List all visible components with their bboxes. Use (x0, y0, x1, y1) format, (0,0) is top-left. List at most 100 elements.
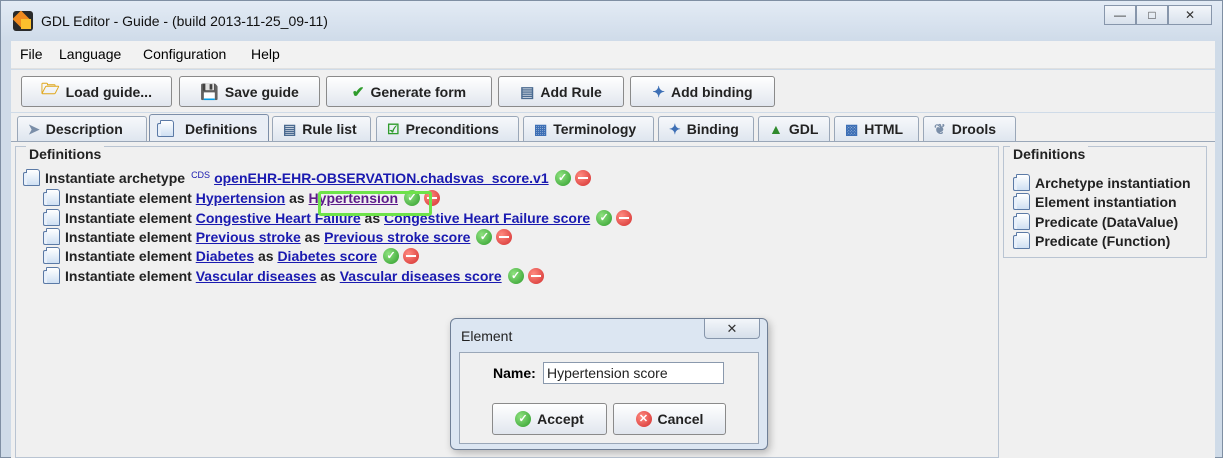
element-ok-icon[interactable]: ✓ (596, 209, 613, 226)
element-doc-icon (43, 247, 60, 264)
archetype-remove-icon[interactable] (574, 169, 591, 186)
dialog-close-button[interactable]: ✕ (704, 319, 760, 339)
window-title: GDL Editor - Guide - (build 2013-11-25_0… (41, 13, 328, 29)
menu-bar: File Language Configuration Help (11, 41, 1215, 69)
archetype-ok-icon[interactable]: ✓ (554, 169, 571, 186)
tab-description[interactable]: ➤ Description (17, 116, 147, 141)
load-guide-label: Load guide... (65, 83, 152, 100)
archetype-line: Instantiate archetype CDS openEHR-EHR-OB… (23, 169, 591, 186)
name-input[interactable] (543, 362, 724, 384)
element-prefix: Instantiate element (65, 209, 192, 226)
maximize-button[interactable]: □ (1136, 5, 1168, 25)
tab-definitions[interactable]: Definitions (149, 114, 269, 142)
binding-tab-icon: ✦ (669, 120, 681, 137)
minimize-icon: — (1114, 8, 1126, 22)
element-ok-icon[interactable]: ✓ (507, 267, 524, 284)
rule-icon: ▤ (520, 83, 535, 101)
terminology-icon: ▦ (534, 120, 548, 137)
drools-icon: ❦ (934, 120, 946, 137)
palette-item-label: Element instantiation (1035, 193, 1177, 210)
element-remove-icon[interactable] (616, 209, 633, 226)
tab-rule-list[interactable]: ▤ Rule list (272, 116, 371, 141)
palette-doc-icon (1013, 174, 1030, 191)
element-line: Instantiate element Diabetes as Diabetes… (43, 247, 420, 264)
palette-item-element-instantiation[interactable]: Element instantiation (1013, 193, 1177, 210)
archetype-prefix: Instantiate archetype (45, 169, 186, 186)
element-doc-icon (43, 189, 60, 206)
add-binding-label: Add binding (670, 83, 753, 100)
accept-check-icon: ✓ (515, 411, 532, 427)
palette-legend: Definitions (1010, 146, 1089, 162)
add-rule-button[interactable]: ▤ Add Rule (498, 76, 624, 107)
element-doc-icon (43, 267, 60, 284)
maximize-icon: □ (1148, 8, 1156, 22)
tab-html[interactable]: ▩ HTML (834, 116, 919, 141)
element-link[interactable]: Hypertension (196, 190, 285, 206)
document-icon (157, 120, 174, 137)
menu-configuration[interactable]: Configuration (143, 46, 226, 62)
name-label: Name: (493, 365, 536, 381)
checkmark-icon: ✔ (351, 83, 365, 101)
floppy-disk-icon: 💾 (200, 83, 219, 101)
cancel-label: Cancel (657, 411, 704, 427)
add-rule-label: Add Rule (540, 83, 602, 100)
as-label: as (289, 189, 305, 206)
menu-file[interactable]: File (20, 46, 43, 62)
palette-item-archetype-instantiation[interactable]: Archetype instantiation (1013, 174, 1191, 191)
alias-link[interactable]: Previous stroke score (324, 229, 470, 245)
element-remove-icon[interactable] (527, 267, 544, 284)
dialog-body: Name: ✓ Accept ✕ Cancel (459, 352, 759, 444)
element-link[interactable]: Diabetes (196, 248, 254, 264)
archetype-link[interactable]: openEHR-EHR-OBSERVATION.chadsvas_score.v… (214, 170, 549, 186)
element-prefix: Instantiate element (65, 267, 192, 284)
generate-form-button[interactable]: ✔ Generate form (326, 76, 492, 107)
palette-doc-icon (1013, 193, 1030, 210)
element-remove-icon[interactable] (403, 247, 420, 264)
accept-button[interactable]: ✓ Accept (492, 403, 607, 435)
tab-preconditions-label: Preconditions (405, 121, 499, 137)
palette-item-predicate-datavalue[interactable]: Predicate (DataValue) (1013, 213, 1179, 230)
element-ok-icon[interactable]: ✓ (383, 247, 400, 264)
tab-description-label: Description (45, 121, 123, 137)
toolbar: 🗁 Load guide... 💾 Save guide ✔ Generate … (11, 70, 1215, 112)
close-button[interactable]: ✕ (1168, 5, 1212, 25)
alias-link[interactable]: Diabetes score (277, 248, 377, 264)
menu-help[interactable]: Help (251, 46, 280, 62)
binding-icon: ✦ (652, 83, 665, 101)
tab-preconditions[interactable]: ☑ Preconditions (376, 116, 519, 141)
add-binding-button[interactable]: ✦ Add binding (630, 76, 775, 107)
menu-language[interactable]: Language (59, 46, 121, 62)
app-logo-icon (13, 11, 33, 31)
palette-item-label: Predicate (DataValue) (1035, 213, 1179, 230)
accept-label: Accept (537, 411, 584, 427)
definitions-legend: Definitions (26, 146, 105, 162)
element-remove-icon[interactable] (496, 228, 513, 245)
element-link[interactable]: Previous stroke (196, 229, 301, 245)
archetype-doc-icon (23, 169, 40, 186)
palette-item-predicate-function[interactable]: Predicate (Function) (1013, 232, 1170, 249)
tab-binding[interactable]: ✦ Binding (658, 116, 754, 141)
close-icon: ✕ (1184, 8, 1196, 22)
save-guide-button[interactable]: 💾 Save guide (179, 76, 320, 107)
element-ok-icon[interactable]: ✓ (476, 228, 493, 245)
element-dialog: Element ✕ Name: ✓ Accept ✕ Cancel (450, 318, 768, 450)
load-guide-button[interactable]: 🗁 Load guide... (21, 76, 172, 107)
tab-html-label: HTML (864, 121, 904, 137)
element-doc-icon (43, 228, 60, 245)
cancel-button[interactable]: ✕ Cancel (613, 403, 726, 435)
tab-gdl[interactable]: ▲ GDL (758, 116, 830, 141)
element-link[interactable]: Vascular diseases (196, 268, 317, 284)
folder-icon: 🗁 (41, 81, 60, 98)
element-doc-icon (43, 209, 60, 226)
tab-drools[interactable]: ❦ Drools (923, 116, 1016, 141)
tab-rule-list-label: Rule list (302, 121, 357, 137)
minimize-button[interactable]: — (1104, 5, 1136, 25)
element-line: Instantiate element Previous stroke as P… (43, 228, 513, 245)
tab-terminology[interactable]: ▦ Terminology (523, 116, 654, 141)
rule-list-icon: ▤ (283, 120, 297, 137)
precondition-check-icon: ☑ (387, 120, 400, 137)
window-controls: — □ ✕ (1104, 5, 1212, 25)
alias-link[interactable]: Vascular diseases score (340, 268, 502, 284)
tab-drools-label: Drools (951, 121, 997, 137)
tab-definitions-label: Definitions (185, 120, 258, 137)
